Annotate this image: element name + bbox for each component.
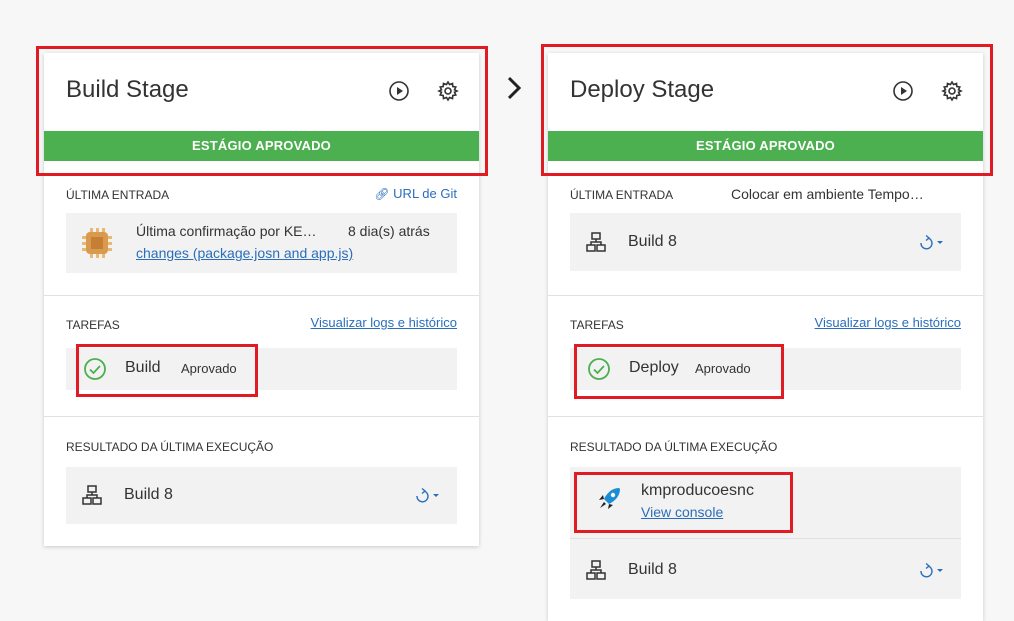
last-entry-label: ÚLTIMA ENTRADA <box>570 188 674 202</box>
play-icon[interactable] <box>388 80 410 102</box>
divider <box>548 416 983 417</box>
commit-changes-link[interactable]: changes (package.josn and app.js) <box>136 245 353 261</box>
task-status: Aprovado <box>181 361 237 376</box>
deploy-stage-status-bar: ESTÁGIO APROVADO <box>548 131 983 161</box>
commit-text: Última confirmação por KE… <box>136 223 317 239</box>
entry-build-panel: Build 8 <box>570 213 961 271</box>
task-panel: Deploy Aprovado <box>570 348 961 390</box>
last-result-label: RESULTADO DA ÚLTIMA EXECUÇÃO <box>66 440 274 454</box>
divider <box>570 538 961 539</box>
view-logs-link[interactable]: Visualizar logs e histórico <box>311 315 457 330</box>
gear-icon[interactable] <box>941 80 963 102</box>
tasks-label: TAREFAS <box>66 318 120 332</box>
build-stage-header: Build Stage <box>44 53 479 131</box>
gear-icon[interactable] <box>437 80 459 102</box>
link-icon: 🔗︎ <box>374 187 390 201</box>
result-build-label[interactable]: Build 8 <box>124 486 173 504</box>
redeploy-icon[interactable] <box>917 562 947 578</box>
result-panel: kmproducoesnc View console Build 8 <box>570 467 961 599</box>
git-url-label: URL de Git <box>393 186 457 201</box>
view-logs-link[interactable]: Visualizar logs e histórico <box>815 315 961 330</box>
view-console-link[interactable]: View console <box>641 504 723 520</box>
task-name[interactable]: Build <box>125 359 161 377</box>
commit-time: 8 dia(s) atrás <box>348 223 430 239</box>
task-name[interactable]: Deploy <box>629 359 679 377</box>
build-icon <box>82 485 102 505</box>
deploy-stage-card: Deploy Stage ESTÁGIO APROVADO ÚLTIMA ENT… <box>548 53 983 621</box>
build-stage-title: Build Stage <box>66 76 189 103</box>
build-stage-status-bar: ESTÁGIO APROVADO <box>44 131 479 161</box>
task-status: Aprovado <box>695 361 751 376</box>
divider <box>44 416 479 417</box>
avatar <box>82 228 112 258</box>
app-name: kmproducoesnc <box>641 482 754 499</box>
last-entry-value: Colocar em ambiente Tempo… <box>731 186 924 202</box>
build-icon <box>586 560 606 580</box>
play-icon[interactable] <box>892 80 914 102</box>
git-url-link[interactable]: 🔗︎ URL de Git <box>374 186 457 201</box>
deploy-stage-header: Deploy Stage <box>548 53 983 131</box>
check-circle-icon <box>84 358 106 380</box>
entry-build-label[interactable]: Build 8 <box>628 233 677 251</box>
last-result-label: RESULTADO DA ÚLTIMA EXECUÇÃO <box>570 440 778 454</box>
build-icon <box>586 232 606 252</box>
divider <box>44 295 479 296</box>
result-build-label[interactable]: Build 8 <box>628 561 677 579</box>
last-entry-label: ÚLTIMA ENTRADA <box>66 188 170 202</box>
tasks-label: TAREFAS <box>570 318 624 332</box>
commit-panel: Última confirmação por KE… 8 dia(s) atrá… <box>66 213 457 273</box>
divider <box>548 295 983 296</box>
chevron-right-icon <box>507 76 522 100</box>
rocket-icon <box>599 488 620 509</box>
redeploy-icon[interactable] <box>917 234 947 250</box>
build-stage-card: Build Stage ESTÁGIO APROVADO ÚLTIMA ENTR… <box>44 53 479 546</box>
result-panel: Build 8 <box>66 467 457 524</box>
redeploy-icon[interactable] <box>413 487 443 503</box>
task-panel: Build Aprovado <box>66 348 457 390</box>
check-circle-icon <box>588 358 610 380</box>
deploy-stage-title: Deploy Stage <box>570 76 715 103</box>
